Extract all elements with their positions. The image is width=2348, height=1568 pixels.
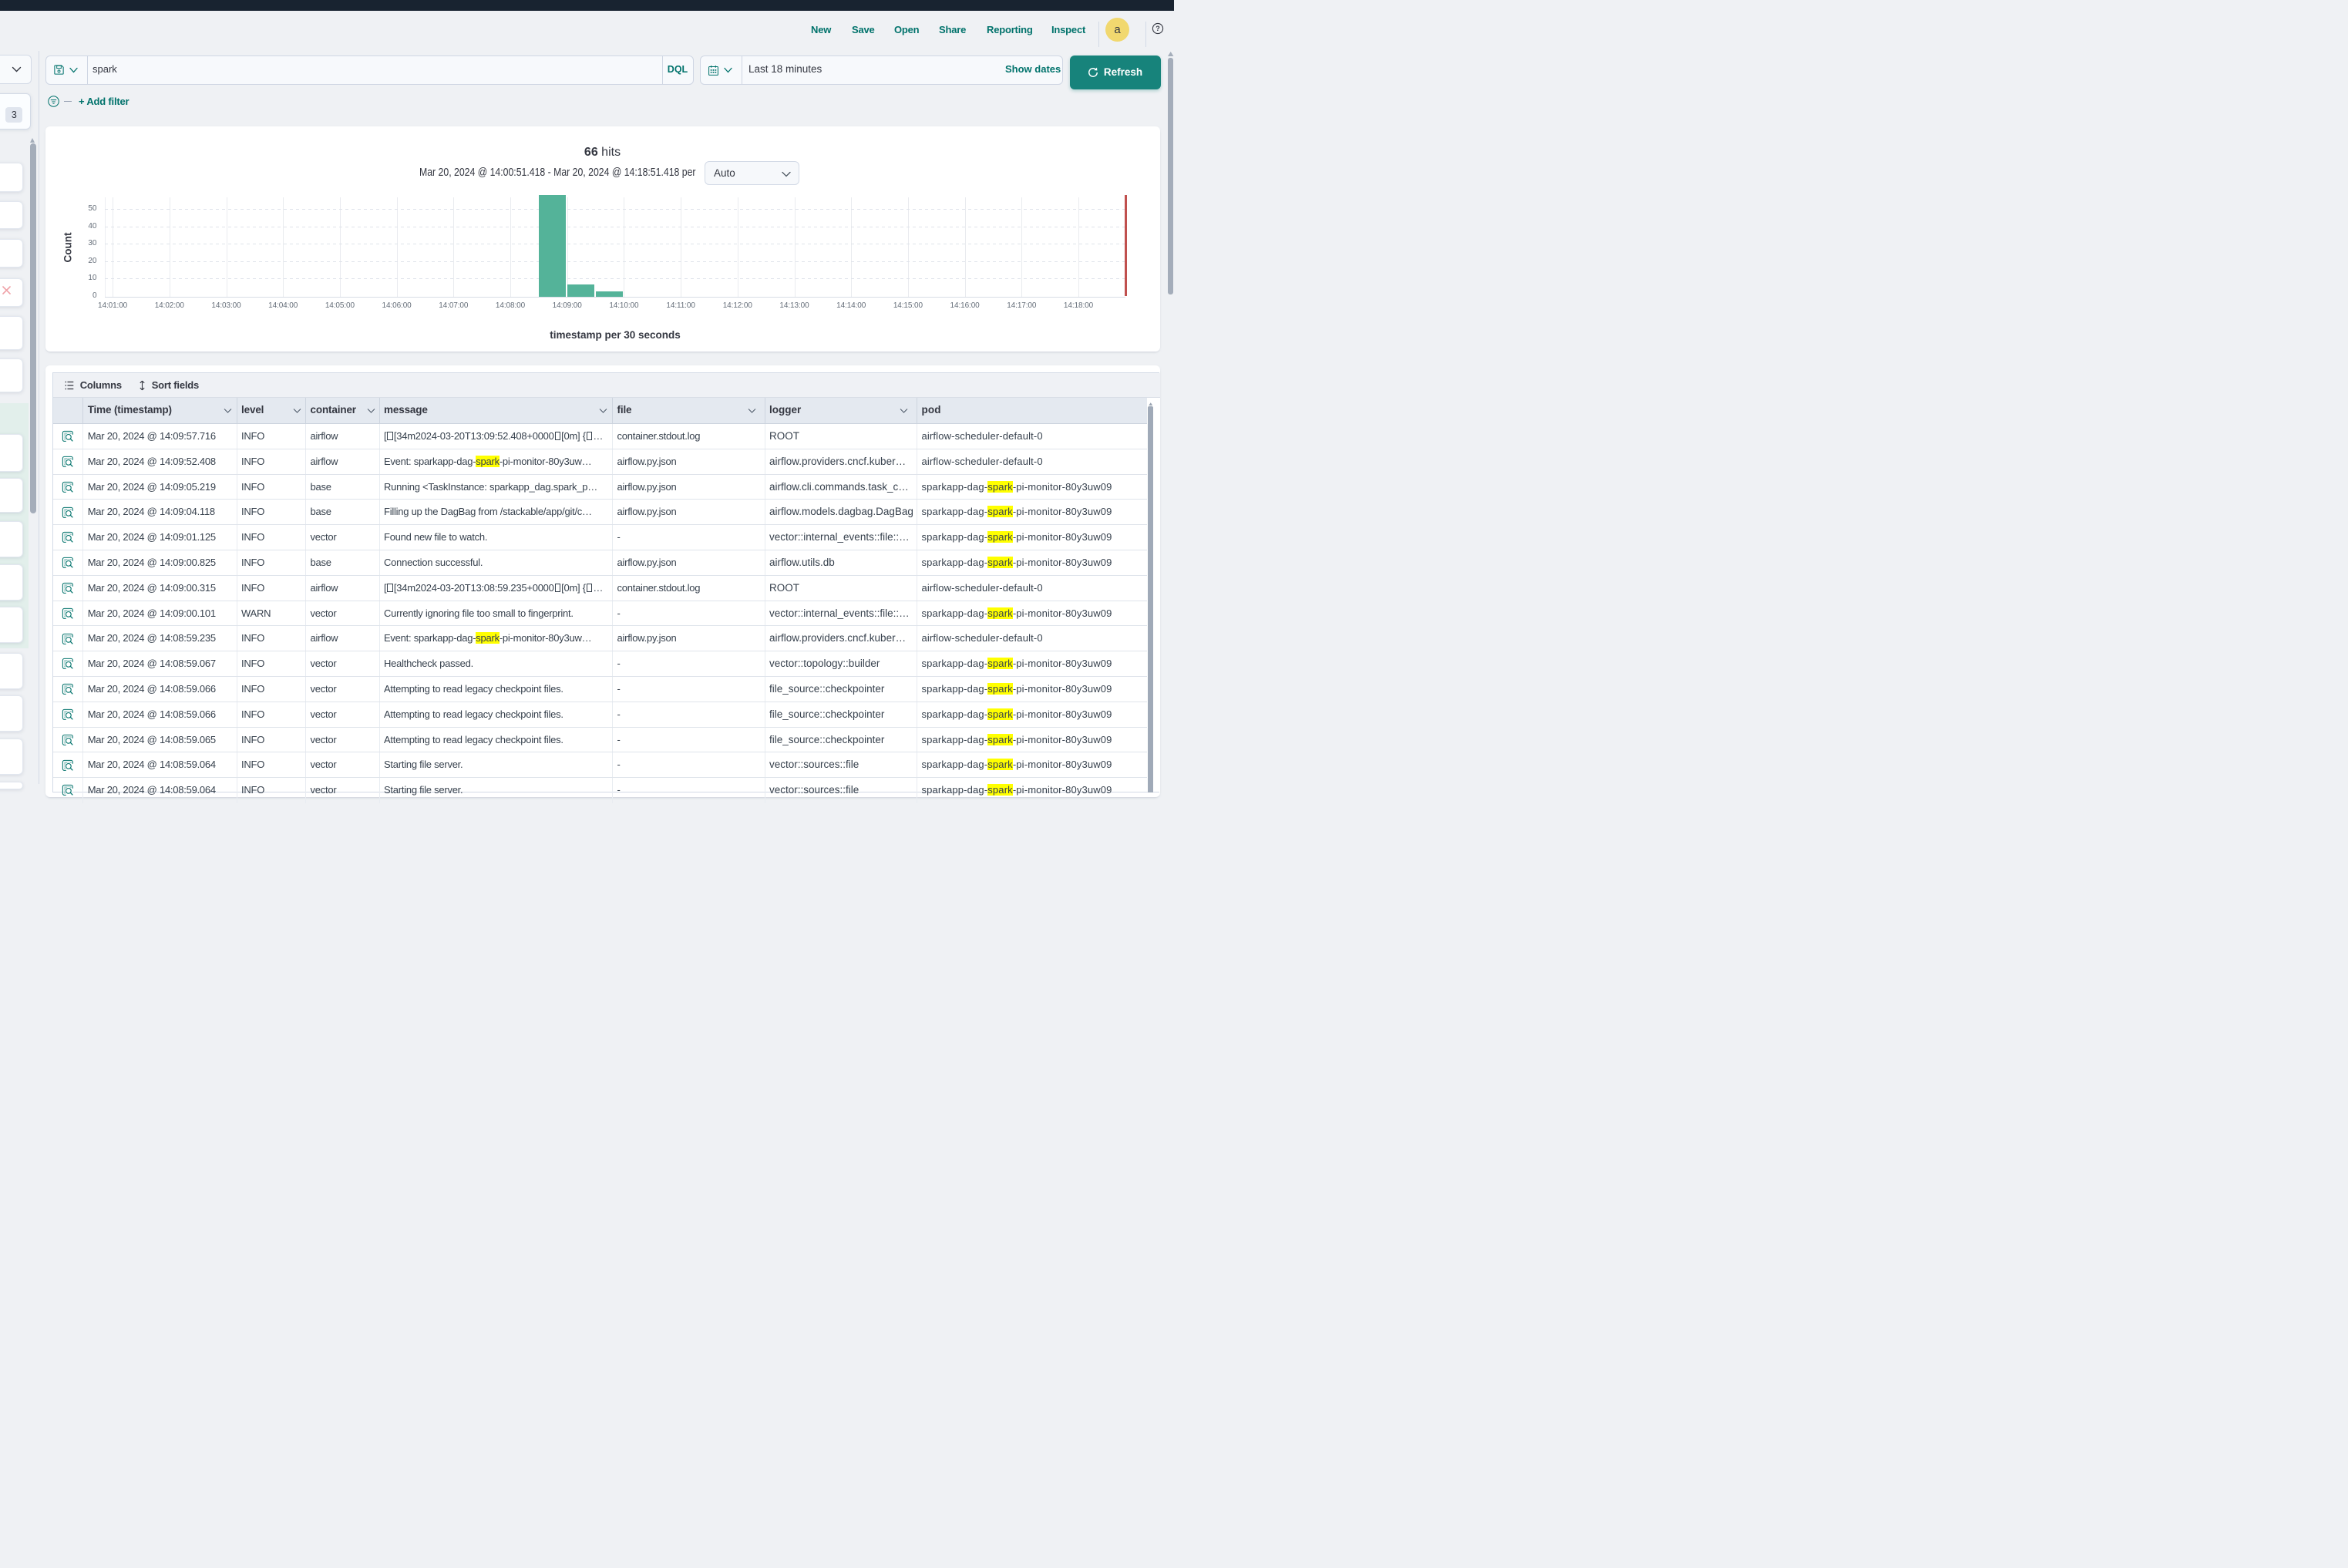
svg-text:?: ? bbox=[1155, 25, 1160, 32]
